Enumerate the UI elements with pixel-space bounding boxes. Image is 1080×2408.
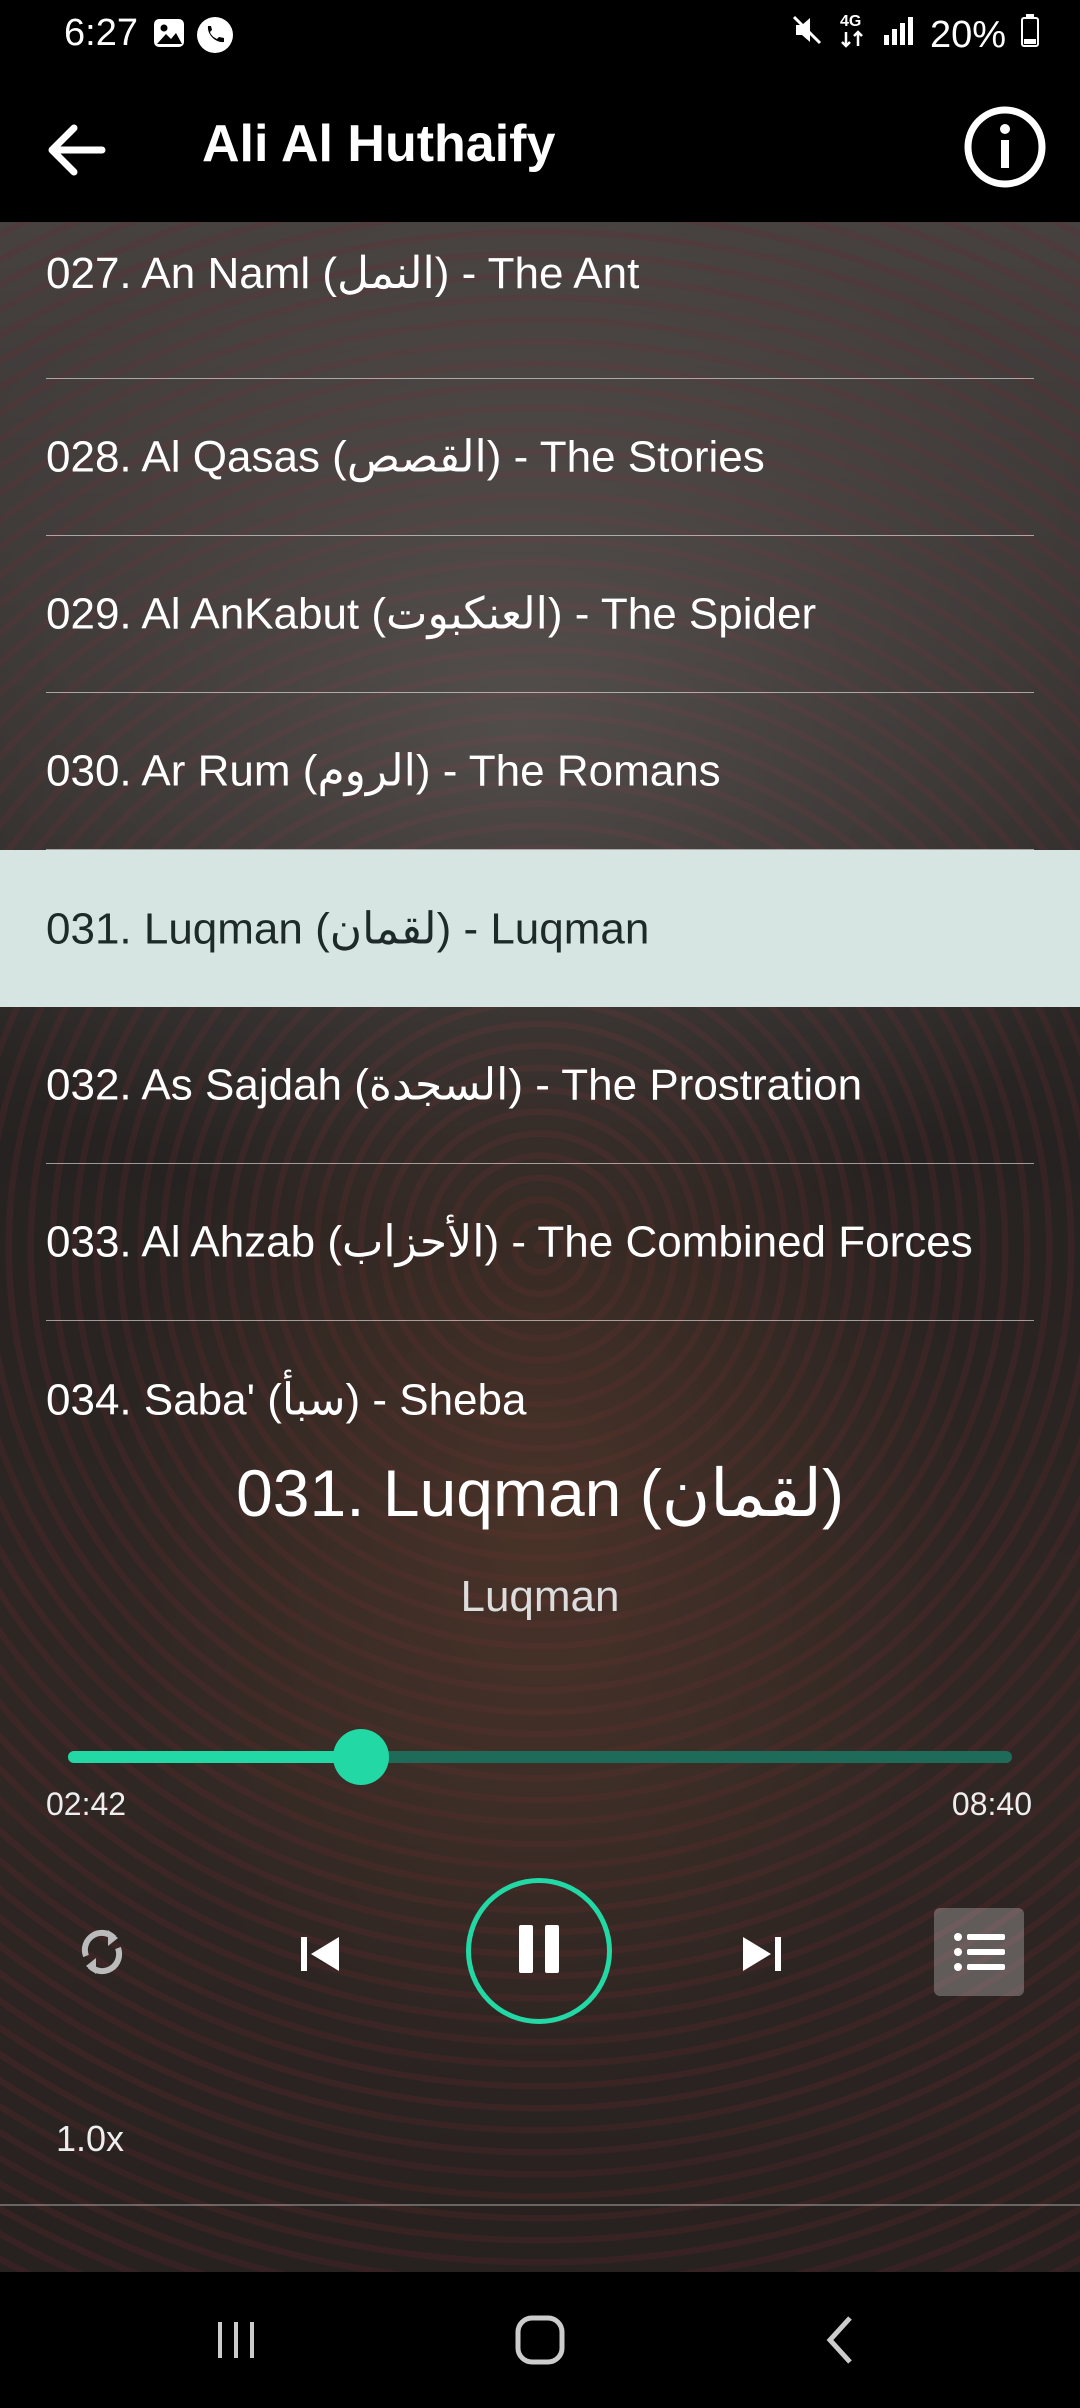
track-row[interactable]: 027. An Naml (النمل) - The Ant bbox=[46, 222, 1034, 379]
system-nav-bar bbox=[0, 2272, 1080, 2408]
track-list: 027. An Naml (النمل) - The Ant 028. Al Q… bbox=[0, 222, 1080, 1478]
track-label: 033. Al Ahzab (الأحزاب) - The Combined F… bbox=[46, 1217, 973, 1267]
track-label: 030. Ar Rum (الروم) - The Romans bbox=[46, 746, 721, 796]
pause-icon bbox=[513, 1919, 565, 1984]
play-pause-button[interactable] bbox=[466, 1878, 612, 2024]
page-title: Ali Al Huthaify bbox=[202, 115, 556, 173]
playback-speed[interactable]: 1.0x bbox=[56, 2118, 124, 2160]
home-icon[interactable] bbox=[504, 2308, 576, 2372]
seek-bar-progress bbox=[68, 1751, 361, 1763]
track-row-selected[interactable]: 031. Luqman (لقمان) - Luqman bbox=[0, 850, 1080, 1007]
phone-icon bbox=[196, 16, 233, 53]
track-label: 029. Al AnKabut (العنكبوت) - The Spider bbox=[46, 589, 817, 639]
total-duration: 08:40 bbox=[951, 1786, 1032, 1822]
app-bar: Ali Al Huthaify bbox=[0, 74, 1080, 222]
mute-icon bbox=[790, 13, 824, 57]
battery-percent: 20% bbox=[929, 13, 1006, 56]
queue-list-icon[interactable] bbox=[934, 1908, 1024, 1996]
track-row[interactable]: 032. As Sajdah (السجدة) - The Prostratio… bbox=[46, 1007, 1034, 1164]
skip-next-icon[interactable] bbox=[730, 1922, 794, 1986]
track-row[interactable]: 028. Al Qasas (القصص) - The Stories bbox=[46, 379, 1034, 536]
now-playing-title: 031. Luqman (لقمان) bbox=[236, 1456, 844, 1530]
battery-icon bbox=[1020, 13, 1040, 57]
recents-icon[interactable] bbox=[200, 2308, 272, 2372]
status-right: 4G 20% bbox=[790, 10, 1040, 60]
track-row[interactable]: 033. Al Ahzab (الأحزاب) - The Combined F… bbox=[46, 1164, 1034, 1321]
nav-back-icon[interactable] bbox=[806, 2308, 878, 2372]
track-label: 031. Luqman (لقمان) - Luqman bbox=[46, 904, 650, 953]
info-icon[interactable] bbox=[962, 104, 1048, 190]
4g-icon: 4G bbox=[838, 10, 868, 60]
track-label: 027. An Naml (النمل) - The Ant bbox=[46, 249, 640, 298]
status-bar: 6:27 4G 20% bbox=[0, 0, 1080, 74]
repeat-icon[interactable] bbox=[70, 1920, 134, 1984]
track-row[interactable]: 030. Ar Rum (الروم) - The Romans bbox=[46, 693, 1034, 850]
track-label: 032. As Sajdah (السجدة) - The Prostratio… bbox=[46, 1060, 863, 1110]
elapsed-time: 02:42 bbox=[46, 1786, 127, 1822]
track-row[interactable]: 029. Al AnKabut (العنكبوت) - The Spider bbox=[46, 536, 1034, 693]
status-time: 6:27 bbox=[64, 12, 138, 54]
skip-previous-icon[interactable] bbox=[288, 1922, 352, 1986]
image-icon bbox=[152, 16, 186, 50]
signal-icon bbox=[882, 13, 916, 57]
divider bbox=[0, 2204, 1080, 2206]
track-label: 034. Saba' (سبأ) - Sheba bbox=[46, 1375, 527, 1424]
arrow-left-icon[interactable] bbox=[40, 114, 112, 186]
now-playing-subtitle: Luqman bbox=[460, 1572, 620, 1621]
seek-bar[interactable] bbox=[68, 1729, 1012, 1785]
track-label: 028. Al Qasas (القصص) - The Stories bbox=[46, 432, 765, 482]
svg-text:4G: 4G bbox=[840, 13, 861, 30]
seek-bar-thumb[interactable] bbox=[332, 1729, 389, 1785]
